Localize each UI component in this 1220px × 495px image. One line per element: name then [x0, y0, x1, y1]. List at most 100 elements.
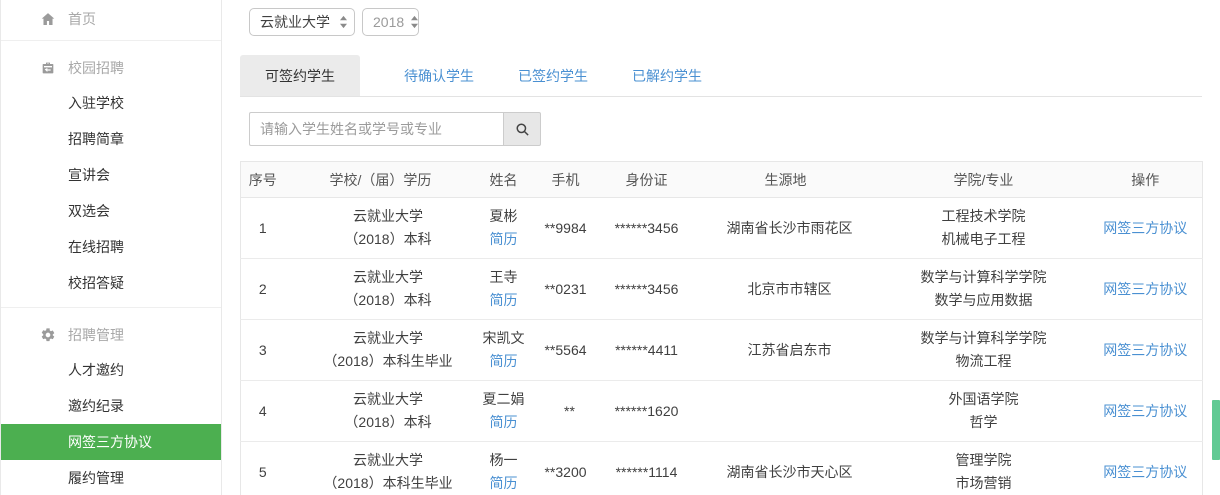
school-select[interactable]: 云就业大学 — [249, 8, 355, 36]
tab-signed-students[interactable]: 已签约学生 — [518, 55, 588, 96]
cell-action: 网签三方协议 — [1089, 259, 1203, 320]
year-select[interactable]: 2018 — [362, 8, 419, 36]
cell-id-card: ******3456 — [601, 198, 693, 259]
cell-college-major: 管理学院市场营销 — [879, 442, 1089, 495]
table-row: 5 云就业大学（2018）本科生毕业 杨一简历 **3200 ******111… — [241, 442, 1203, 495]
cell-action: 网签三方协议 — [1089, 198, 1203, 259]
sign-agreement-link[interactable]: 网签三方协议 — [1103, 281, 1187, 297]
col-id-card: 身份证 — [601, 162, 693, 198]
table-row: 1 云就业大学（2018）本科 夏彬简历 **9984 ******3456 湖… — [241, 198, 1203, 259]
cell-school: 云就业大学（2018）本科生毕业 — [285, 442, 477, 495]
search-bar — [249, 112, 1220, 146]
cell-name: 王寺简历 — [477, 259, 531, 320]
cell-id-card: ******1620 — [601, 381, 693, 442]
sidebar-item-online-recruit[interactable]: 在线招聘 — [1, 229, 221, 265]
cell-origin: 湖南省长沙市天心区 — [693, 442, 879, 495]
cell-index: 4 — [241, 381, 285, 442]
cell-id-card: ******4411 — [601, 320, 693, 381]
cell-college-major: 数学与计算科学学院物流工程 — [879, 320, 1089, 381]
cell-college-major: 数学与计算科学学院数学与应用数据 — [879, 259, 1089, 320]
resume-link[interactable]: 简历 — [490, 231, 518, 247]
cell-college-major: 工程技术学院机械电子工程 — [879, 198, 1089, 259]
sign-agreement-link[interactable]: 网签三方协议 — [1103, 403, 1187, 419]
cell-phone: **9984 — [531, 198, 601, 259]
resume-link[interactable]: 简历 — [490, 475, 518, 491]
table-row: 3 云就业大学（2018）本科生毕业 宋凯文简历 **5564 ******44… — [241, 320, 1203, 381]
filter-bar: 云就业大学 2018 — [249, 8, 1220, 36]
col-index: 序号 — [241, 162, 285, 198]
sign-agreement-link[interactable]: 网签三方协议 — [1103, 464, 1187, 480]
resume-link[interactable]: 简历 — [490, 292, 518, 308]
cell-origin: 北京市市辖区 — [693, 259, 879, 320]
students-table: 序号 学校/（届）学历 姓名 手机 身份证 生源地 学院/专业 操作 1 云就业… — [240, 161, 1203, 495]
col-name: 姓名 — [477, 162, 531, 198]
cell-origin — [693, 381, 879, 442]
col-school-degree: 学校/（届）学历 — [285, 162, 477, 198]
cell-action: 网签三方协议 — [1089, 381, 1203, 442]
select-updown-icon — [339, 15, 348, 29]
sidebar-item-recruit-qa[interactable]: 校招答疑 — [1, 265, 221, 301]
cell-phone: ** — [531, 381, 601, 442]
cell-index: 5 — [241, 442, 285, 495]
cell-action: 网签三方协议 — [1089, 320, 1203, 381]
cell-college-major: 外国语学院哲学 — [879, 381, 1089, 442]
cell-school: 云就业大学（2018）本科 — [285, 198, 477, 259]
col-actions: 操作 — [1089, 162, 1203, 198]
search-input[interactable] — [249, 112, 503, 146]
sidebar-item-performance-manage[interactable]: 履约管理 — [1, 460, 221, 495]
tab-signable-students[interactable]: 可签约学生 — [240, 55, 360, 96]
sidebar-section-recruit-manage: 招聘管理 — [1, 318, 221, 352]
sidebar-item-home[interactable]: 首页 — [1, 4, 221, 34]
student-tabs: 可签约学生 待确认学生 已签约学生 已解约学生 — [240, 55, 1202, 97]
col-phone: 手机 — [531, 162, 601, 198]
search-icon — [515, 122, 530, 137]
cell-index: 2 — [241, 259, 285, 320]
sidebar-section-campus-recruit: 校园招聘 — [1, 51, 221, 85]
cell-index: 3 — [241, 320, 285, 381]
sidebar-item-online-tripartite-agreement[interactable]: 网签三方协议 — [1, 424, 221, 460]
cell-id-card: ******1114 — [601, 442, 693, 495]
sidebar-item-invite-records[interactable]: 邀约纪录 — [1, 388, 221, 424]
cell-name: 夏彬简历 — [477, 198, 531, 259]
gear-icon — [39, 327, 56, 344]
sidebar: 首页 校园招聘 入驻学校 招聘简章 宣讲会 双选会 在线招聘 校招答疑 招聘管理… — [0, 0, 222, 495]
sidebar-divider — [1, 40, 221, 41]
cell-phone: **3200 — [531, 442, 601, 495]
cell-phone: **5564 — [531, 320, 601, 381]
sidebar-item-info-sessions[interactable]: 宣讲会 — [1, 157, 221, 193]
scrollbar-thumb[interactable] — [1212, 400, 1220, 460]
cell-name: 宋凯文简历 — [477, 320, 531, 381]
tab-pending-students[interactable]: 待确认学生 — [404, 55, 474, 96]
select-updown-icon — [410, 15, 419, 29]
table-header-row: 序号 学校/（届）学历 姓名 手机 身份证 生源地 学院/专业 操作 — [241, 162, 1203, 198]
cell-phone: **0231 — [531, 259, 601, 320]
sign-agreement-link[interactable]: 网签三方协议 — [1103, 342, 1187, 358]
sidebar-section-label: 校园招聘 — [68, 58, 124, 78]
tab-terminated-students[interactable]: 已解约学生 — [632, 55, 702, 96]
cell-id-card: ******3456 — [601, 259, 693, 320]
sidebar-section-label: 招聘管理 — [68, 325, 124, 345]
sign-agreement-link[interactable]: 网签三方协议 — [1103, 220, 1187, 236]
sidebar-divider — [1, 307, 221, 308]
cell-school: 云就业大学（2018）本科生毕业 — [285, 320, 477, 381]
app-window: 首页 校园招聘 入驻学校 招聘简章 宣讲会 双选会 在线招聘 校招答疑 招聘管理… — [0, 0, 1220, 495]
search-button[interactable] — [503, 112, 541, 146]
sidebar-item-job-postings[interactable]: 招聘简章 — [1, 121, 221, 157]
cell-name: 夏二娟简历 — [477, 381, 531, 442]
cell-origin: 江苏省启东市 — [693, 320, 879, 381]
cell-school: 云就业大学（2018）本科 — [285, 381, 477, 442]
table-row: 2 云就业大学（2018）本科 王寺简历 **0231 ******3456 北… — [241, 259, 1203, 320]
sidebar-item-talent-invite[interactable]: 人才邀约 — [1, 352, 221, 388]
cell-school: 云就业大学（2018）本科 — [285, 259, 477, 320]
col-origin: 生源地 — [693, 162, 879, 198]
sidebar-item-entered-schools[interactable]: 入驻学校 — [1, 85, 221, 121]
main-content: 云就业大学 2018 可签约学生 待确认学生 已签约学生 已解约学生 — [222, 0, 1220, 495]
campus-recruit-icon — [39, 60, 56, 77]
home-icon — [39, 11, 56, 28]
resume-link[interactable]: 简历 — [490, 414, 518, 430]
table-row: 4 云就业大学（2018）本科 夏二娟简历 ** ******1620 外国语学… — [241, 381, 1203, 442]
sidebar-item-job-fairs[interactable]: 双选会 — [1, 193, 221, 229]
cell-origin: 湖南省长沙市雨花区 — [693, 198, 879, 259]
cell-index: 1 — [241, 198, 285, 259]
resume-link[interactable]: 简历 — [490, 353, 518, 369]
